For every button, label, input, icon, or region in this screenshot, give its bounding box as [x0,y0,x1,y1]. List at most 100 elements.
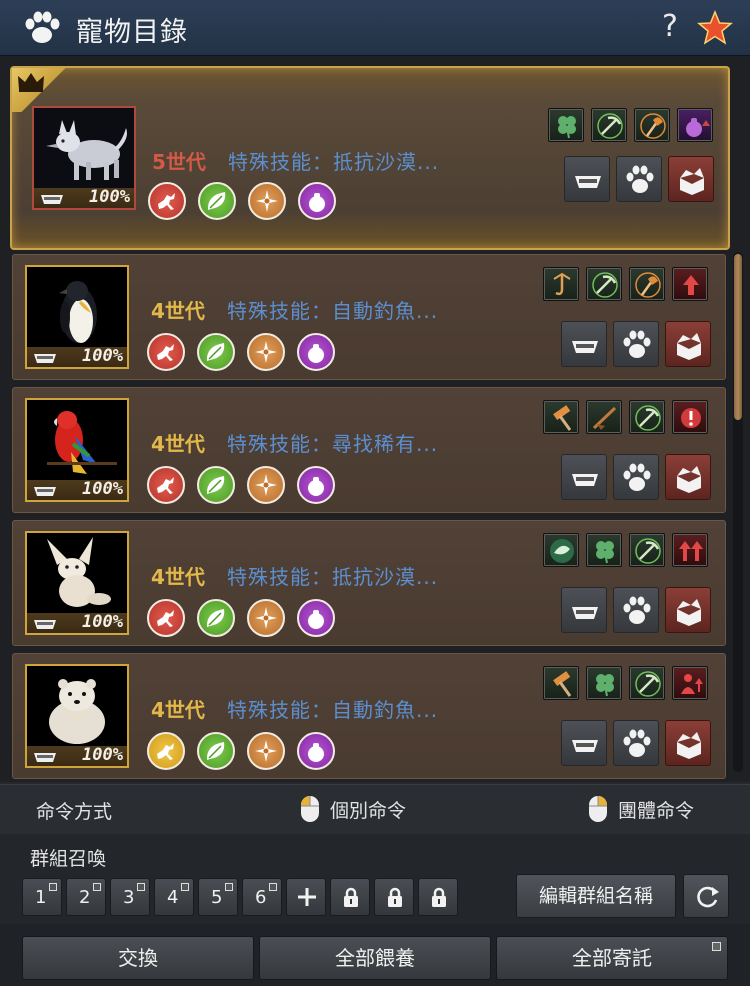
scrollbar-thumb[interactable] [734,254,742,420]
pet-info-button[interactable] [613,321,659,367]
group-slot-1[interactable]: 1 [22,878,62,916]
pet-portrait[interactable]: 100% [25,265,129,369]
individual-command-option[interactable]: 個別命令 [300,793,450,827]
trait-compass-icon[interactable] [247,599,285,637]
trait-run-icon[interactable] [147,333,185,371]
pet-actions [561,587,713,635]
pickaxe-icon[interactable] [591,108,627,142]
clover-icon[interactable] [548,108,584,142]
fish-icon[interactable] [543,533,579,567]
group-slot-4[interactable]: 4 [154,878,194,916]
trait-run-icon[interactable] [147,732,185,770]
pet-info-button[interactable] [616,156,662,202]
plus-icon [298,888,316,906]
feed-button[interactable] [561,587,607,633]
trait-bag-icon[interactable] [297,599,335,637]
trait-compass-icon[interactable] [247,333,285,371]
locked-slot[interactable] [330,878,370,916]
red-arrow-icon[interactable] [672,267,708,301]
pet-generation: 4世代 [151,565,205,589]
pet-generation: 4世代 [151,299,205,323]
edit-group-name-button[interactable]: 編輯群組名稱 [516,874,676,918]
exchange-button[interactable]: 交換 [22,936,254,980]
locked-slot[interactable] [418,878,458,916]
pet-card[interactable]: 100% 4世代 特殊技能：尋找稀有... [12,387,726,513]
pet-special-skill: 特殊技能：自動釣魚... [227,299,439,323]
feed-button[interactable] [561,321,607,367]
group-command-option[interactable]: 團體命令 [588,793,738,827]
trait-leaf-icon[interactable] [197,599,235,637]
hammer-icon[interactable] [543,400,579,434]
clover-icon[interactable] [586,533,622,567]
trait-compass-icon[interactable] [247,466,285,504]
group-slot-2[interactable]: 2 [66,878,106,916]
red-person-icon[interactable] [672,666,708,700]
pickaxe-icon[interactable] [629,400,665,434]
pet-portrait[interactable]: 100% [25,531,129,635]
trait-leaf-icon[interactable] [198,182,236,220]
feed-button[interactable] [561,454,607,500]
feed-button[interactable] [561,720,607,766]
release-button[interactable] [665,321,711,367]
pet-portrait[interactable]: 100% [32,106,136,210]
trait-run-icon[interactable] [147,466,185,504]
help-button[interactable]: ? [656,8,684,46]
rifle-icon[interactable] [586,400,622,434]
trait-bag-icon[interactable] [297,732,335,770]
release-button[interactable] [665,720,711,766]
open-box-icon [680,168,704,195]
title-bar[interactable]: 寵物目錄 ? [0,0,750,56]
warning-icon[interactable] [672,400,708,434]
clover-icon[interactable] [586,666,622,700]
pet-list[interactable]: 100% 5世代 特殊技能：抵抗沙漠... 100% 4世代 特殊技能：自動釣魚… [0,56,750,782]
add-group-button[interactable] [286,878,326,916]
pet-info-button[interactable] [613,587,659,633]
pet-card-main[interactable]: 100% 5世代 特殊技能：抵抗沙漠... [10,66,730,250]
red-arrows-icon[interactable] [672,533,708,567]
axe-icon[interactable] [634,108,670,142]
pet-card[interactable]: 100% 4世代 特殊技能：自動釣魚... [12,653,726,779]
parrot-image [27,400,127,480]
pet-card[interactable]: 100% 4世代 特殊技能：自動釣魚... [12,254,726,380]
purple-bag-icon[interactable] [677,108,713,142]
refresh-button[interactable] [683,874,729,918]
paw-icon [623,330,651,358]
feed-all-button[interactable]: 全部餵養 [259,936,491,980]
pet-portrait[interactable]: 100% [25,664,129,768]
release-button[interactable] [665,587,711,633]
list-scrollbar[interactable] [733,252,743,772]
trait-compass-icon[interactable] [247,732,285,770]
trait-leaf-icon[interactable] [197,333,235,371]
hammer-icon[interactable] [543,666,579,700]
crown-icon [18,73,44,92]
pet-card[interactable]: 100% 4世代 特殊技能：抵抗沙漠... [12,520,726,646]
group-slot-3[interactable]: 3 [110,878,150,916]
pickaxe-icon[interactable] [586,267,622,301]
trait-bag-icon[interactable] [297,466,335,504]
trait-compass-icon[interactable] [248,182,286,220]
release-button[interactable] [668,156,714,202]
bowl-icon [572,341,598,353]
pet-info-button[interactable] [613,454,659,500]
pet-info-button[interactable] [613,720,659,766]
hook-icon[interactable] [543,267,579,301]
pickaxe-icon[interactable] [629,666,665,700]
star-icon[interactable] [696,10,734,46]
pet-portrait[interactable]: 100% [25,398,129,502]
deposit-all-button[interactable]: 全部寄託 [496,936,728,980]
axe-icon[interactable] [629,267,665,301]
pet-traits [147,732,347,772]
release-button[interactable] [665,454,711,500]
trait-bag-icon[interactable] [298,182,336,220]
lock-icon [388,887,402,907]
feed-button[interactable] [564,156,610,202]
trait-run-icon[interactable] [148,182,186,220]
trait-leaf-icon[interactable] [197,466,235,504]
trait-bag-icon[interactable] [297,333,335,371]
pickaxe-icon[interactable] [629,533,665,567]
trait-leaf-icon[interactable] [197,732,235,770]
group-slot-6[interactable]: 6 [242,878,282,916]
group-slot-5[interactable]: 5 [198,878,238,916]
locked-slot[interactable] [374,878,414,916]
trait-run-icon[interactable] [147,599,185,637]
